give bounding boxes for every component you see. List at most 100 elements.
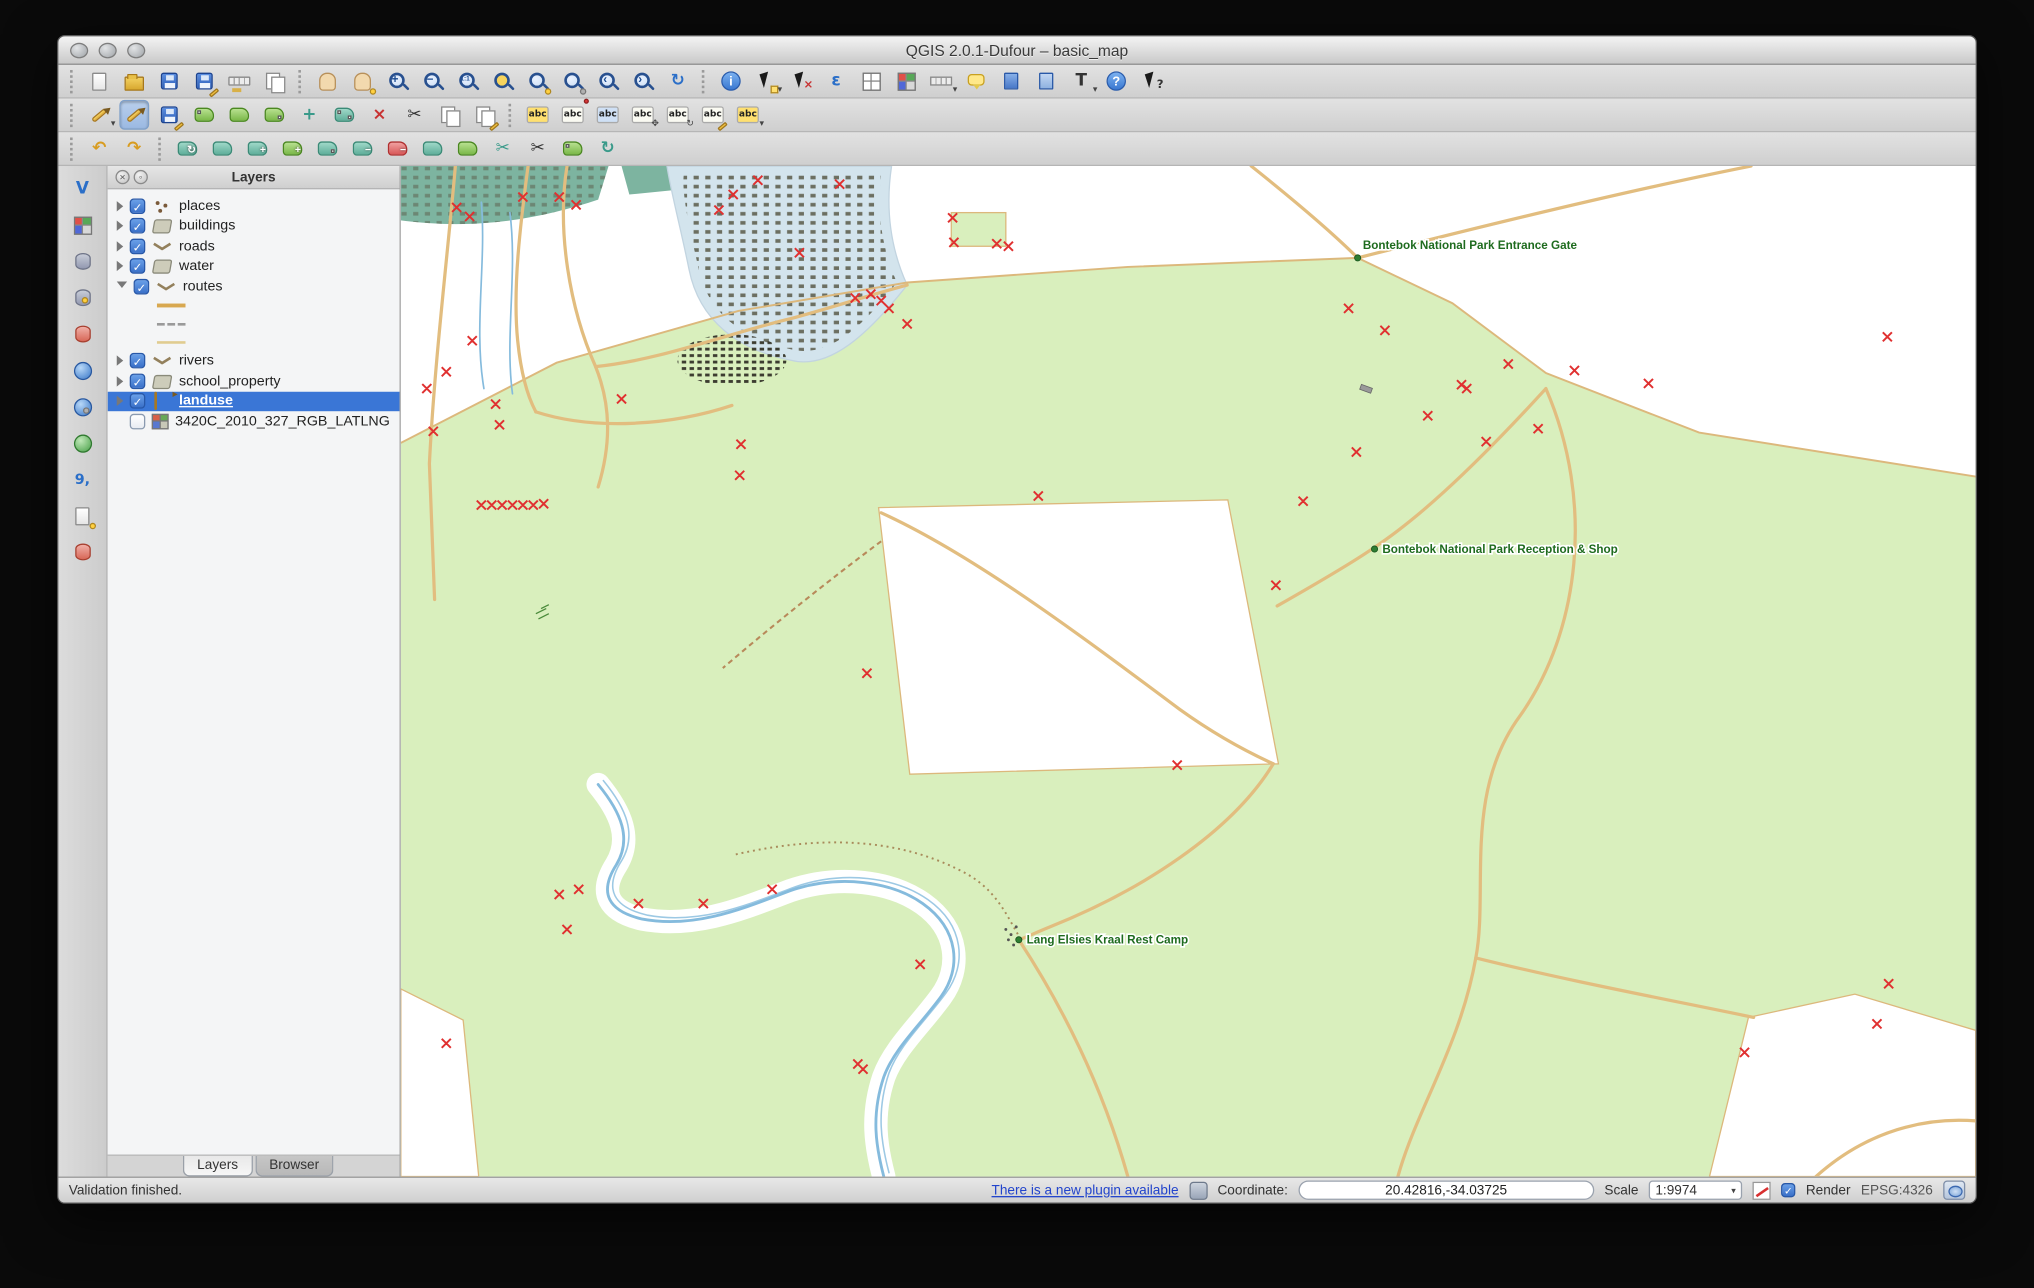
undo-button[interactable]: ↶ [84, 134, 114, 164]
layer-row-water[interactable]: water [108, 256, 400, 276]
identify-features-button[interactable]: i [716, 66, 746, 96]
capture-line-button[interactable] [224, 100, 254, 130]
add-raster-layer-button[interactable] [67, 210, 97, 240]
zoom-out-button[interactable]: − [418, 66, 448, 96]
capture-polygon-button[interactable] [259, 100, 289, 130]
layer-row-roads[interactable]: roads [108, 236, 400, 256]
label-pin-button[interactable]: abc [558, 100, 588, 130]
layer-labeling-options-button[interactable]: abc [523, 100, 553, 130]
deselect-all-button[interactable]: × [786, 66, 816, 96]
simplify-feature-button[interactable] [208, 134, 238, 164]
help-button[interactable]: ? [1101, 66, 1131, 96]
add-part-button[interactable]: + [278, 134, 308, 164]
fill-ring-button[interactable] [313, 134, 343, 164]
measure-line-button[interactable]: ▾ [926, 66, 956, 96]
whats-this-button[interactable]: ? [1136, 66, 1166, 96]
new-shapefile-layer-button[interactable] [67, 501, 97, 531]
offset-curve-button[interactable] [453, 134, 483, 164]
layer-row-raster[interactable]: 3420C_2010_327_RGB_LATLNG [108, 411, 400, 431]
pan-to-selection-button[interactable] [348, 66, 378, 96]
add-vector-layer-button[interactable]: V [67, 174, 97, 204]
field-calculator-button[interactable] [891, 66, 921, 96]
add-oracle-layer-button[interactable] [67, 537, 97, 567]
rotate-point-symbols-button[interactable]: ↻ [593, 134, 623, 164]
rotate-feature-button[interactable]: ↻ [173, 134, 203, 164]
cut-features-button[interactable]: ✂ [400, 100, 430, 130]
tab-browser[interactable]: Browser [255, 1156, 334, 1177]
expander-icon[interactable] [117, 241, 123, 251]
expander-icon[interactable] [117, 261, 123, 271]
expander-open-icon[interactable] [117, 282, 127, 294]
save-project-as-button[interactable] [189, 66, 219, 96]
layer-row-school-property[interactable]: school_property [108, 371, 400, 391]
select-by-expression-button[interactable]: ε [821, 66, 851, 96]
layer-checkbox[interactable] [134, 279, 150, 295]
scale-combo[interactable]: 1:9974▾ [1649, 1180, 1742, 1199]
zoom-next-button[interactable]: › [628, 66, 658, 96]
label-rotate-button[interactable]: abc↻ [663, 100, 693, 130]
label-move-button[interactable]: abc✥ [628, 100, 658, 130]
layer-checkbox[interactable] [130, 353, 146, 369]
layer-checkbox[interactable] [130, 413, 146, 429]
delete-ring-button[interactable]: − [348, 134, 378, 164]
composer-manager-button[interactable] [259, 66, 289, 96]
layer-row-rivers[interactable]: rivers [108, 351, 400, 371]
layer-checkbox[interactable] [130, 258, 146, 274]
label-show-hide-button[interactable]: abc [593, 100, 623, 130]
add-mssql-layer-button[interactable] [67, 319, 97, 349]
map-tips-button[interactable] [961, 66, 991, 96]
refresh-map-button[interactable]: ↻ [663, 66, 693, 96]
toggle-editing-button[interactable] [119, 100, 149, 130]
add-wcs-layer-button[interactable] [67, 392, 97, 422]
coordinate-input[interactable] [1298, 1180, 1594, 1199]
delete-part-button[interactable]: − [383, 134, 413, 164]
panel-float-button[interactable]: ◦ [134, 170, 148, 184]
split-parts-button[interactable]: ✂ [523, 134, 553, 164]
select-features-button[interactable]: ▾ [751, 66, 781, 96]
expander-icon[interactable] [117, 376, 123, 386]
crs-status-button[interactable] [1943, 1180, 1965, 1199]
tab-layers[interactable]: Layers [183, 1156, 252, 1177]
layer-row-landuse[interactable]: landuse [108, 391, 400, 411]
expander-icon[interactable] [117, 201, 123, 211]
paste-features-button[interactable] [470, 100, 500, 130]
zoom-native-button[interactable]: 1:1 [453, 66, 483, 96]
zoom-in-button[interactable]: + [383, 66, 413, 96]
open-project-button[interactable] [119, 66, 149, 96]
layer-row-buildings[interactable]: buildings [108, 216, 400, 236]
layer-checkbox[interactable] [130, 238, 146, 254]
new-print-composer-button[interactable] [224, 66, 254, 96]
show-bookmarks-button[interactable] [1031, 66, 1061, 96]
merge-features-button[interactable] [558, 134, 588, 164]
layer-row-places[interactable]: places [108, 196, 400, 216]
zoom-full-button[interactable] [488, 66, 518, 96]
current-edits-button[interactable]: ▾ [84, 100, 114, 130]
expander-icon[interactable] [117, 356, 123, 366]
layer-row-routes[interactable]: routes [108, 276, 400, 296]
layer-checkbox[interactable] [130, 198, 146, 214]
text-annotation-button[interactable]: T▾ [1066, 66, 1096, 96]
open-attribute-table-button[interactable] [856, 66, 886, 96]
label-settings-button[interactable]: abc▾ [733, 100, 763, 130]
add-spatialite-layer-button[interactable] [67, 283, 97, 313]
reshape-features-button[interactable] [418, 134, 448, 164]
node-tool-button[interactable] [329, 100, 359, 130]
layer-checkbox[interactable] [130, 218, 146, 234]
map-canvas[interactable]: Bontebok National Park Entrance GateBont… [401, 166, 1976, 1177]
pan-map-button[interactable] [313, 66, 343, 96]
label-properties-button[interactable]: abc [698, 100, 728, 130]
zoom-to-selection-button[interactable] [523, 66, 553, 96]
redo-button[interactable]: ↷ [119, 134, 149, 164]
layer-checkbox[interactable] [130, 373, 146, 389]
plugin-available-link[interactable]: There is a new plugin available [992, 1182, 1179, 1198]
new-bookmark-button[interactable] [996, 66, 1026, 96]
capture-point-button[interactable] [189, 100, 219, 130]
new-project-button[interactable] [84, 66, 114, 96]
add-delimited-text-layer-button[interactable]: 9, [67, 464, 97, 494]
save-layer-edits-button[interactable] [154, 100, 184, 130]
zoom-last-button[interactable]: ‹ [593, 66, 623, 96]
layer-checkbox[interactable] [130, 393, 146, 409]
delete-selected-button[interactable]: × [365, 100, 395, 130]
plugin-icon[interactable] [1189, 1181, 1207, 1199]
save-project-button[interactable] [154, 66, 184, 96]
